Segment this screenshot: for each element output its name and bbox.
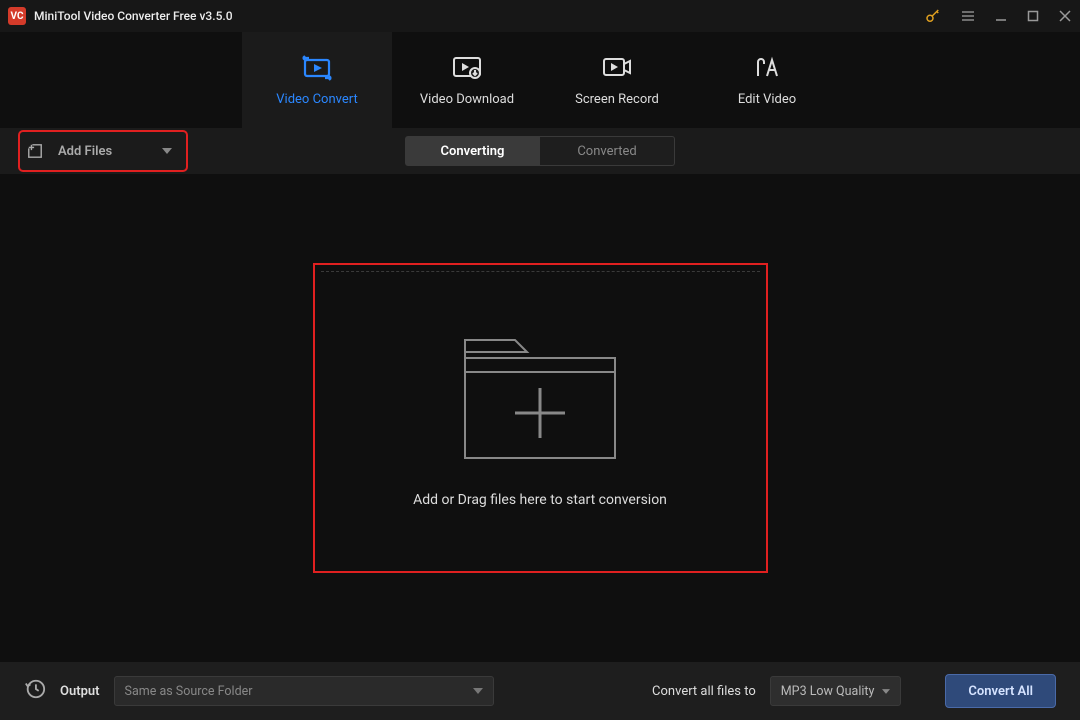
history-icon[interactable] (24, 678, 46, 704)
drop-zone[interactable]: Add or Drag files here to start conversi… (313, 263, 768, 573)
tab-video-download[interactable]: Video Download (392, 32, 542, 128)
drop-zone-text: Add or Drag files here to start conversi… (413, 492, 667, 508)
output-folder-value: Same as Source Folder (125, 684, 253, 699)
convert-all-label: Convert all files to (652, 684, 756, 699)
maximize-button[interactable] (1026, 9, 1040, 23)
footer: Output Same as Source Folder Convert all… (0, 662, 1080, 720)
output-label: Output (60, 684, 100, 699)
app-logo: VC (8, 7, 26, 25)
titlebar-controls (924, 7, 1072, 25)
convert-icon (300, 54, 334, 82)
toolbar: Add Files Converting Converted (0, 128, 1080, 174)
convert-all-button[interactable]: Convert All (945, 674, 1056, 708)
add-file-icon (26, 143, 44, 159)
chevron-down-icon (882, 689, 890, 694)
tab-label: Video Download (420, 92, 514, 107)
tab-label: Video Convert (276, 92, 357, 107)
main-tabs: Video Convert Video Download Screen Reco… (0, 32, 1080, 128)
app-title: MiniTool Video Converter Free v3.5.0 (34, 9, 233, 23)
tab-label: Edit Video (738, 92, 796, 107)
menu-icon[interactable] (960, 8, 976, 24)
output-format-select[interactable]: MP3 Low Quality (770, 676, 902, 706)
chevron-down-icon (473, 688, 483, 694)
add-files-button[interactable]: Add Files (18, 130, 188, 172)
tab-edit-video[interactable]: Edit Video (692, 32, 842, 128)
download-icon (450, 54, 484, 82)
conversion-status-tabs: Converting Converted (405, 136, 675, 166)
add-files-label: Add Files (58, 144, 112, 159)
tab-converted[interactable]: Converted (540, 136, 675, 166)
tab-converting[interactable]: Converting (405, 136, 540, 166)
output-format-value: MP3 Low Quality (781, 684, 875, 699)
tab-screen-record[interactable]: Screen Record (542, 32, 692, 128)
edit-icon (750, 54, 784, 82)
minimize-button[interactable] (994, 9, 1008, 23)
tab-label: Screen Record (575, 92, 659, 107)
folder-plus-icon (455, 328, 625, 468)
tab-video-convert[interactable]: Video Convert (242, 32, 392, 128)
close-button[interactable] (1058, 9, 1072, 23)
chevron-down-icon (162, 148, 172, 154)
content-area: Add or Drag files here to start conversi… (0, 174, 1080, 662)
output-folder-select[interactable]: Same as Source Folder (114, 676, 494, 706)
key-icon[interactable] (924, 7, 942, 25)
record-icon (600, 54, 634, 82)
titlebar: VC MiniTool Video Converter Free v3.5.0 (0, 0, 1080, 32)
